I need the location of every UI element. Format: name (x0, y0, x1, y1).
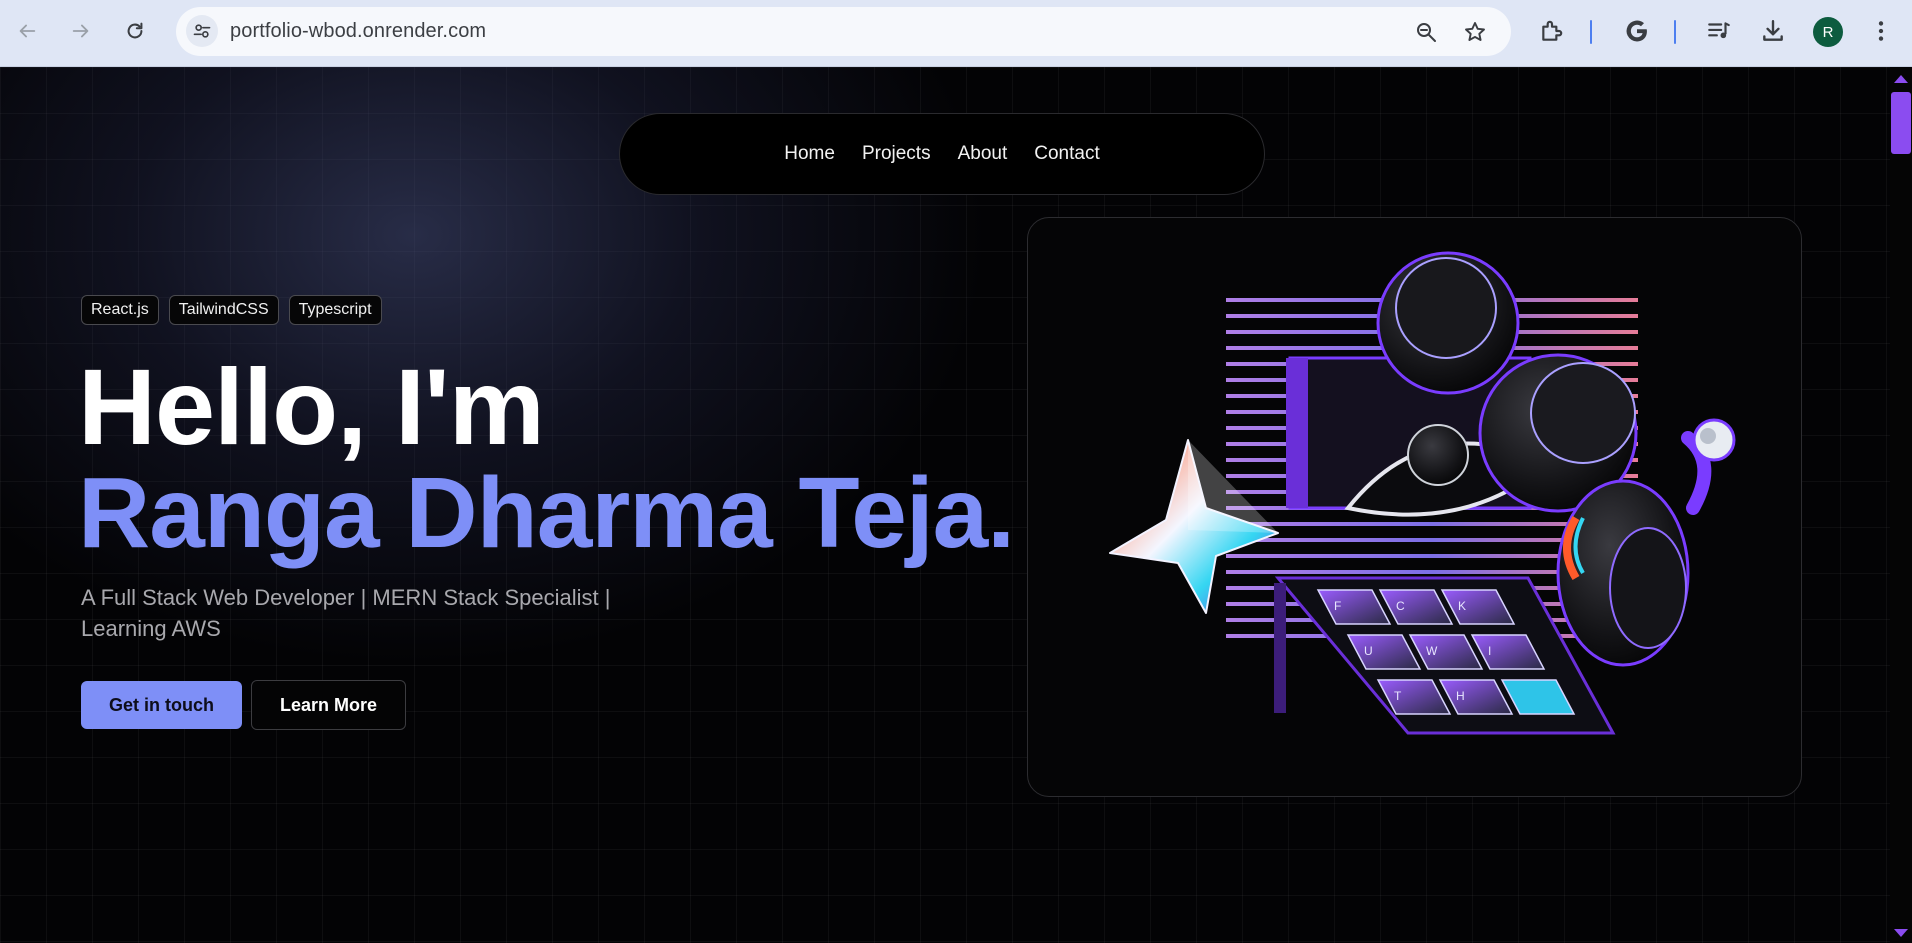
nav-contact[interactable]: Contact (1034, 143, 1099, 165)
back-button[interactable] (10, 14, 44, 48)
hero-tagline: A Full Stack Web Developer | MERN Stack … (81, 585, 611, 641)
svg-text:K: K (1458, 599, 1466, 613)
forward-icon (72, 24, 89, 38)
svg-text:C: C (1396, 599, 1405, 613)
bookmark-star-icon[interactable] (1462, 19, 1488, 45)
google-icon[interactable] (1622, 16, 1652, 46)
address-bar[interactable]: portfolio-wbod.onrender.com (176, 7, 1511, 56)
scroll-up-arrow[interactable] (1894, 75, 1908, 83)
hero-illustration-card: F C K U W I T H (1027, 217, 1802, 797)
hero-illustration: F C K U W I T H (1109, 251, 1736, 735)
menu-icon[interactable] (1866, 16, 1896, 46)
hero-greeting: Hello, I'm (78, 346, 545, 467)
svg-text:I: I (1488, 644, 1491, 658)
profile-avatar[interactable]: R (1813, 17, 1843, 47)
tech-tag: TailwindCSS (168, 295, 279, 325)
get-in-touch-button[interactable]: Get in touch (81, 681, 242, 729)
back-icon (19, 24, 36, 38)
svg-text:W: W (1426, 644, 1438, 658)
downloads-icon[interactable] (1758, 16, 1788, 46)
svg-text:U: U (1364, 644, 1373, 658)
toolbar-separator (1674, 20, 1676, 44)
hero-name: Ranga Dharma Teja. (78, 457, 1015, 569)
forward-button[interactable] (64, 14, 98, 48)
nav-about[interactable]: About (958, 143, 1008, 165)
extensions-icon[interactable] (1537, 16, 1567, 46)
browser-toolbar: portfolio-wbod.onrender.com R (0, 0, 1912, 67)
media-controls-icon[interactable] (1704, 16, 1734, 46)
tech-tag: React.js (81, 295, 159, 325)
top-navbar: Home Projects About Contact (619, 113, 1265, 195)
toolbar-separator (1590, 20, 1592, 44)
learn-more-button[interactable]: Learn More (251, 680, 406, 730)
scroll-down-arrow[interactable] (1894, 929, 1908, 937)
portfolio-page: Home Projects About Contact React.js Tai… (0, 67, 1890, 943)
url-text[interactable]: portfolio-wbod.onrender.com (230, 20, 486, 43)
reload-button[interactable] (118, 14, 152, 48)
nav-projects[interactable]: Projects (862, 143, 931, 165)
svg-text:T: T (1394, 689, 1402, 703)
tech-tag: Typescript (288, 295, 382, 325)
page-scrollbar[interactable] (1890, 67, 1912, 943)
tech-tags: React.js TailwindCSS Typescript (81, 295, 382, 325)
reload-icon (127, 22, 143, 39)
site-settings-icon[interactable] (186, 15, 218, 47)
zoom-icon[interactable] (1413, 19, 1439, 45)
nav-home[interactable]: Home (784, 143, 835, 165)
svg-text:H: H (1456, 689, 1465, 703)
scrollbar-thumb[interactable] (1891, 92, 1911, 154)
svg-text:F: F (1334, 599, 1341, 613)
